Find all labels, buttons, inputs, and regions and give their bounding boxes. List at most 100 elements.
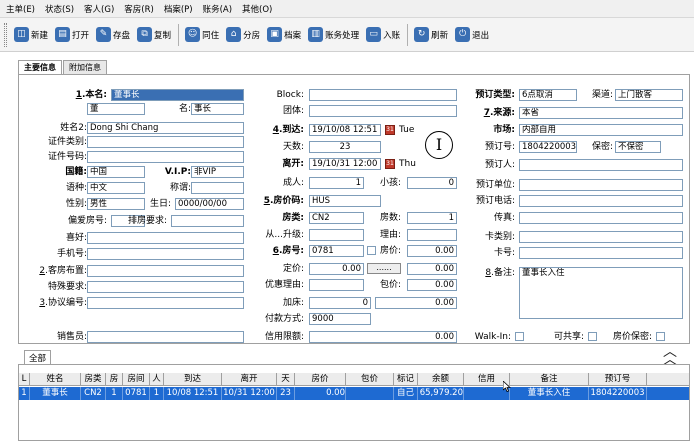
menu-item-2[interactable]: 客人(G) [84,3,114,15]
lang-input[interactable]: 中文 [87,182,145,194]
grid-header-cell[interactable]: L [19,373,30,386]
arrive-calendar-icon[interactable]: 31 [385,125,395,135]
market-input[interactable]: 内部自用 [519,124,683,136]
vip-input[interactable]: 非VIP [191,166,244,178]
menu-item-5[interactable]: 账务(A) [203,3,232,15]
toolbar-grip[interactable] [4,22,7,47]
kids-input[interactable]: 0 [407,177,457,189]
grid-header-cell[interactable]: 预订号 [589,373,647,386]
room-price-input[interactable]: 0.00 [407,245,457,257]
discount-input[interactable] [309,279,364,291]
fax-input[interactable] [519,212,683,224]
grid-header-cell[interactable]: 余额 [418,373,464,386]
walkin-checkbox[interactable] [515,332,524,341]
card-no-input[interactable] [519,247,683,259]
unit-input[interactable] [519,179,683,191]
menu-item-4[interactable]: 档案(P) [164,3,193,15]
room-no-input[interactable]: 0781 [309,245,364,257]
toolbar-button-5[interactable]: ⌂ 分房 [223,23,263,47]
credit-input[interactable]: 0.00 [309,331,457,343]
special-input[interactable] [87,281,244,293]
table-row[interactable]: 1 董事长 CN2 1 0781 1 10/08 12:51 10/31 12:00 23 0.0… [19,387,689,400]
block-input[interactable] [309,89,457,101]
tab-main-info[interactable]: 主要信息 [18,60,62,75]
grid-header-cell[interactable]: 备注 [510,373,589,386]
extra-input[interactable]: 0 [309,297,371,309]
title-input[interactable] [191,182,244,194]
phone-input[interactable] [519,195,683,207]
grid-header-cell[interactable]: 离开 [222,373,277,386]
tab-all[interactable]: 全部 [24,350,52,365]
grid-header-cell[interactable]: 人 [150,373,164,386]
arrive-input[interactable]: 19/10/08 12:51 [309,124,381,136]
grid-header-cell[interactable]: 房间 [123,373,150,386]
menu-item-1[interactable]: 状态(S) [45,3,74,15]
birth-input[interactable]: 0000/00/00 [175,198,244,210]
fixed2-input[interactable]: 0.00 [407,263,457,275]
depart-calendar-icon[interactable]: 31 [385,159,395,169]
booker-input[interactable] [519,159,683,171]
toolbar-button-10[interactable]: ⏻ 退出 [452,23,492,47]
sales-input[interactable] [87,331,244,343]
sex-input[interactable]: 男性 [87,198,145,210]
pkg-input[interactable]: 0.00 [407,279,457,291]
id-type-input[interactable] [87,136,244,148]
collapse-chevron-icon[interactable]: ︿ ︿ [663,345,677,367]
exclude-input[interactable] [171,215,244,227]
id-no-input[interactable] [87,151,244,163]
pay-input[interactable]: 9000 [309,313,371,325]
toolbar-button-3[interactable]: ⧉ 复制 [134,23,174,47]
days-input[interactable]: 23 [309,141,381,153]
grid-header-cell[interactable]: 到达 [164,373,222,386]
toolbar-button-2[interactable]: ✎ 存盘 [93,23,133,47]
nation-input[interactable]: 中国 [87,166,145,178]
toolbar-button-6[interactable]: ▣ 档案 [264,23,304,47]
toolbar-button-1[interactable]: ▤ 打开 [52,23,92,47]
toolbar-button-9[interactable]: ↻ 刷新 [411,23,451,47]
adults-input[interactable]: 1 [309,177,364,189]
grid-header-cell[interactable]: 房 [106,373,123,386]
resno-input[interactable]: 1804220003 [519,141,577,153]
grid-header-cell[interactable]: 标记 [394,373,418,386]
fixed-input[interactable]: 0.00 [309,263,364,275]
toolbar-button-0[interactable]: ◫ 新建 [11,23,51,47]
room-type-input[interactable]: CN2 [309,212,364,224]
mobile-input[interactable] [87,248,244,260]
grid-header-cell[interactable]: 房价 [295,373,346,386]
menu-item-6[interactable]: 其他(O) [242,3,272,15]
group-input[interactable] [309,105,457,117]
tab-extra-info[interactable]: 附加信息 [63,60,107,74]
remark-input[interactable]: 董事长入住 [519,267,683,319]
secret-input[interactable]: 不保密 [615,141,661,153]
card-type-input[interactable] [519,231,683,243]
extra2-input[interactable]: 0.00 [375,297,457,309]
reason-input[interactable] [407,229,457,241]
given-input[interactable]: 事长 [191,103,244,115]
toolbar-button-4[interactable]: ☺ 同住 [182,23,222,47]
contract-input[interactable] [87,297,244,309]
rate-code-input[interactable]: HUS [309,195,381,207]
menu-item-3[interactable]: 客房(R) [124,3,154,15]
surname-input[interactable]: 董 [87,103,145,115]
toolbar-button-8[interactable]: ▭ 入账 [363,23,403,47]
source-input[interactable]: 本省 [519,107,683,119]
res-type-input[interactable]: 6点取消 [519,89,577,101]
grid-header-cell[interactable]: 房类 [81,373,106,386]
room-lock-checkbox[interactable] [367,246,376,255]
room-count-input[interactable]: 1 [407,212,457,224]
upgrade-input[interactable] [309,229,364,241]
name2-input[interactable]: Dong Shi Chang [87,122,244,134]
grid-header-cell[interactable]: 姓名 [30,373,81,386]
menu-item-0[interactable]: 主单(E) [6,3,35,15]
price-secret-checkbox[interactable] [656,332,665,341]
grid-header-cell[interactable]: 天 [277,373,295,386]
hobby-input[interactable] [87,232,244,244]
layout-input[interactable] [87,265,244,277]
fixed-picker-button[interactable]: ...... [367,263,401,274]
grid-header-cell[interactable]: 包价 [346,373,394,386]
toolbar-button-7[interactable]: ▥ 账务处理 [305,23,362,47]
depart-input[interactable]: 19/10/31 12:00 [309,158,381,170]
share-checkbox[interactable] [588,332,597,341]
name-input[interactable]: 董事长 [111,89,244,101]
channel-input[interactable]: 上门散客 [615,89,683,101]
